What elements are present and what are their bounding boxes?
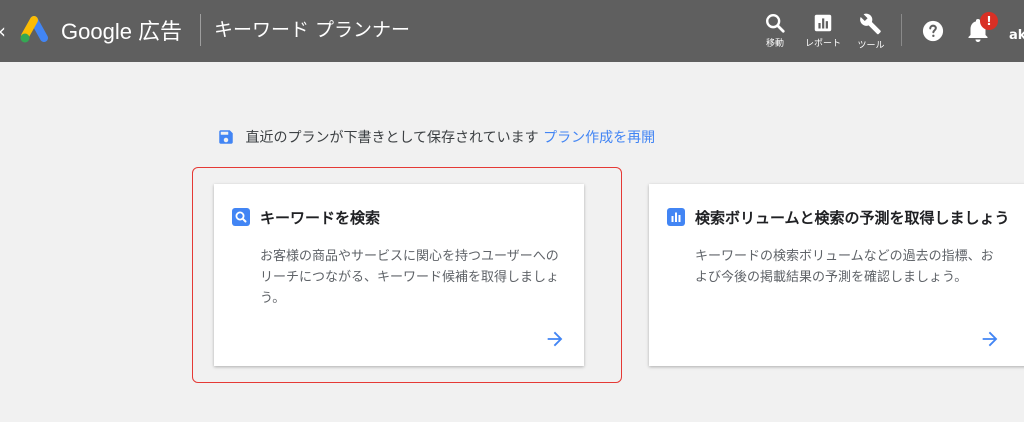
notification-badge: ! bbox=[980, 12, 998, 30]
help-icon[interactable] bbox=[922, 20, 944, 42]
find-keywords-card[interactable]: キーワードを検索 お客様の商品やサービスに関心を持つユーザーへのリーチにつながる… bbox=[214, 184, 584, 366]
google-ads-logo-icon bbox=[20, 16, 48, 43]
forecast-card[interactable]: 検索ボリュームと検索の予測を取得しましょう キーワードの検索ボリュームなどの過去… bbox=[649, 184, 1024, 366]
tool-tools-label: ツール bbox=[857, 41, 885, 51]
card-title: 検索ボリュームと検索の予測を取得しましょう bbox=[695, 209, 1010, 227]
bar-chart-icon bbox=[667, 208, 685, 226]
header-divider bbox=[200, 14, 201, 46]
account-label[interactable]: aki bbox=[1009, 28, 1024, 43]
wrench-icon bbox=[860, 13, 881, 35]
tool-tools-button[interactable]: ツール bbox=[844, 12, 898, 56]
page-title: キーワード プランナー bbox=[214, 19, 411, 41]
tool-reports-label: レポート bbox=[804, 39, 841, 49]
back-arrow-icon[interactable]: ‹ bbox=[0, 19, 6, 43]
tool-navigate-label: 移動 bbox=[765, 39, 784, 49]
save-icon bbox=[219, 130, 233, 144]
resume-plan-link[interactable]: プラン作成を再開 bbox=[543, 130, 655, 146]
card-description: お客様の商品やサービスに関心を持つユーザーへのリーチにつながる、キーワード候補を… bbox=[260, 249, 560, 306]
report-icon bbox=[814, 14, 832, 32]
tool-reports-button[interactable]: レポート bbox=[796, 12, 850, 56]
card-title: キーワードを検索 bbox=[260, 209, 381, 227]
card-description: キーワードの検索ボリュームなどの過去の指標、および今後の掲載結果の予測を確認しま… bbox=[695, 249, 994, 285]
arrow-right-icon[interactable] bbox=[979, 328, 1001, 350]
search-icon bbox=[766, 14, 785, 33]
search-icon bbox=[232, 208, 250, 226]
header-divider bbox=[901, 14, 902, 46]
arrow-right-icon[interactable] bbox=[544, 328, 566, 350]
tool-navigate-button[interactable]: 移動 bbox=[748, 12, 802, 56]
product-name: Google 広告 bbox=[61, 19, 183, 44]
draft-notice: 直近のプランが下書きとして保存されています プラン作成を再開 bbox=[217, 127, 655, 149]
draft-message: 直近のプランが下書きとして保存されています bbox=[245, 130, 539, 146]
top-app-bar: ‹ Google 広告 キーワード プランナー 移動 レポート ツール bbox=[0, 0, 1024, 62]
